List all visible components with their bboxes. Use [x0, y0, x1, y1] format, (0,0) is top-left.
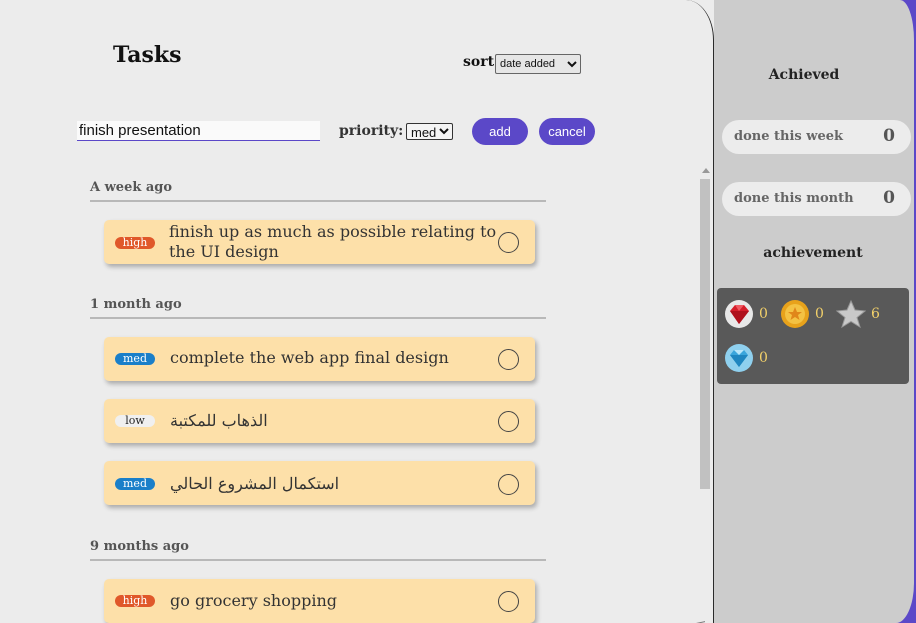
- achievements-sidebar: Achieved done this week 0 done this mont…: [714, 0, 914, 623]
- badge-count: 0: [759, 306, 768, 322]
- task-list: A week ago high finish up as much as pos…: [0, 168, 713, 623]
- badge-count: 0: [759, 350, 768, 366]
- priority-badge: med: [115, 353, 155, 365]
- ruby-icon: [725, 300, 753, 328]
- task-card[interactable]: med استكمال المشروع الحالي: [104, 461, 535, 505]
- achievement-title: achievement: [763, 245, 863, 261]
- task-card[interactable]: high finish up as much as possible relat…: [104, 220, 535, 264]
- task-card[interactable]: low الذهاب للمكتبة: [104, 399, 535, 443]
- priority-badge: high: [115, 237, 155, 249]
- task-text: استكمال المشروع الحالي: [170, 474, 340, 493]
- sort-select[interactable]: date added: [495, 54, 581, 74]
- stat-week: done this week 0: [722, 120, 911, 154]
- sidebar-frame: Achieved done this week 0 done this mont…: [714, 0, 916, 623]
- priority-badge: low: [115, 415, 155, 427]
- badge-item: 0: [724, 343, 768, 373]
- badge-count: 0: [815, 306, 824, 322]
- sort-label: sort:: [463, 54, 500, 70]
- priority-select[interactable]: med: [406, 123, 453, 140]
- task-text: complete the web app final design: [170, 348, 449, 367]
- complete-checkbox[interactable]: [498, 232, 519, 253]
- priority-badge: med: [115, 478, 155, 490]
- stat-label: done this month: [734, 191, 854, 206]
- badge-item: 0: [780, 299, 824, 329]
- tasks-panel: Tasks sort: date added priority: med add…: [0, 0, 714, 623]
- add-button[interactable]: add: [472, 118, 528, 145]
- task-text: الذهاب للمكتبة: [170, 411, 268, 430]
- priority-badge: high: [115, 595, 155, 607]
- scroll-thumb[interactable]: [700, 179, 710, 489]
- task-text: go grocery shopping: [170, 591, 337, 610]
- group-heading: 1 month ago: [90, 297, 546, 319]
- priority-label: priority:: [339, 123, 404, 139]
- complete-checkbox[interactable]: [498, 411, 519, 432]
- complete-checkbox[interactable]: [498, 474, 519, 495]
- group-heading: 9 months ago: [90, 539, 546, 561]
- stat-month: done this month 0: [722, 182, 911, 216]
- task-card[interactable]: med complete the web app final design: [104, 337, 535, 381]
- group-heading: A week ago: [90, 180, 546, 202]
- complete-checkbox[interactable]: [498, 591, 519, 612]
- stat-value: 0: [883, 188, 895, 208]
- scroll-up-arrow-icon[interactable]: [702, 168, 710, 173]
- diamond-icon: [725, 344, 753, 372]
- stat-label: done this week: [734, 129, 843, 144]
- task-card[interactable]: high go grocery shopping: [104, 579, 535, 623]
- new-task-input[interactable]: [77, 121, 320, 141]
- cancel-button[interactable]: cancel: [539, 118, 595, 145]
- badge-item: 0: [724, 299, 768, 329]
- task-text: finish up as much as possible relating t…: [169, 222, 497, 261]
- badge-count: 6: [871, 306, 880, 322]
- gold-medal-icon: [781, 300, 809, 328]
- badge-item: 6: [836, 299, 880, 329]
- page-title: Tasks: [113, 42, 182, 68]
- complete-checkbox[interactable]: [498, 349, 519, 370]
- task-list-scrollbar[interactable]: [687, 168, 713, 623]
- silver-star-icon: [836, 299, 866, 329]
- achieved-title: Achieved: [768, 67, 840, 83]
- stat-value: 0: [883, 126, 895, 146]
- badge-panel: 0 0 6 0: [717, 288, 909, 384]
